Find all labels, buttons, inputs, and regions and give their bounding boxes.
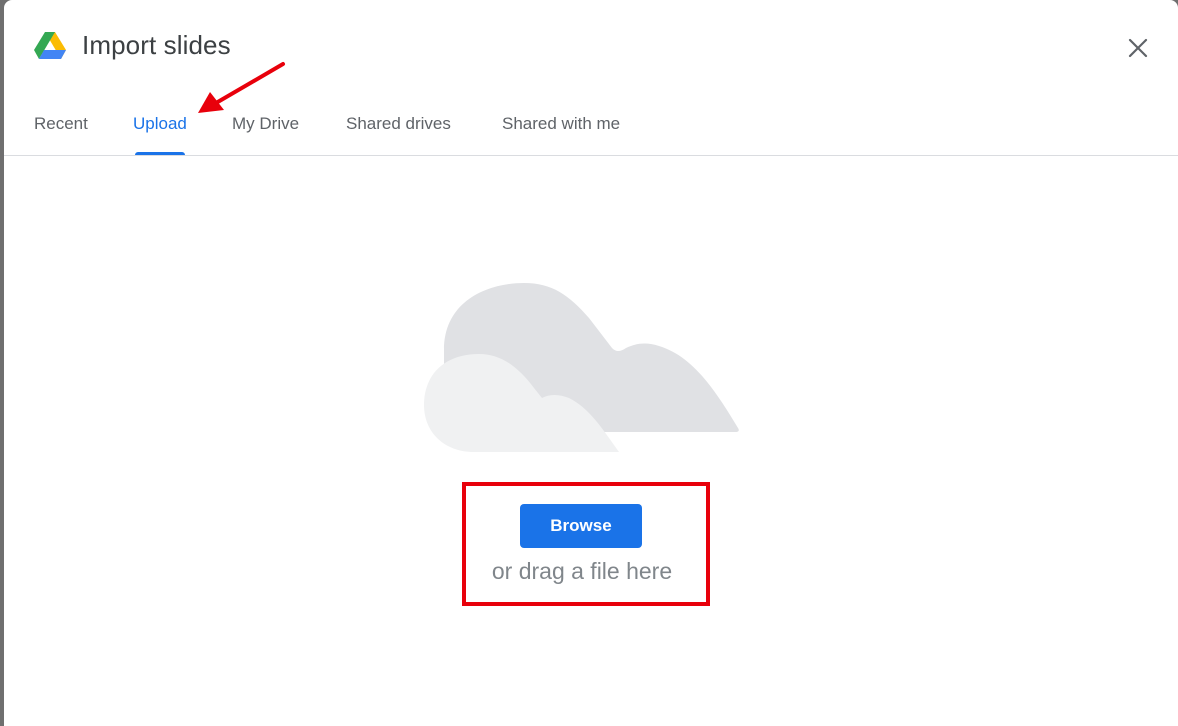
cloud-illustration [424,283,739,452]
browse-button[interactable]: Browse [520,504,642,548]
drag-drop-hint: or drag a file here [491,558,673,584]
import-slides-dialog: Import slides Recent Upload My Drive Sha… [4,0,1178,726]
